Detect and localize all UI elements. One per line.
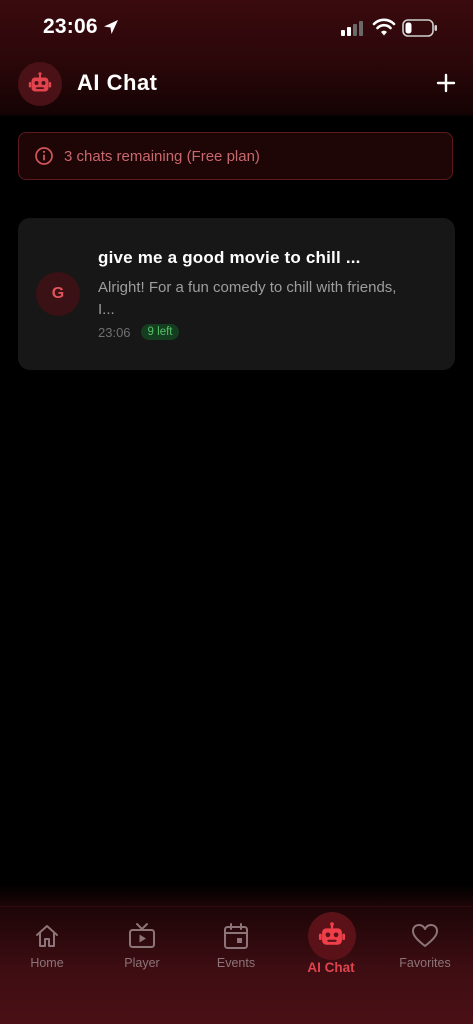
nav-item-events[interactable]: Events — [191, 922, 281, 982]
app-header: AI Chat — [0, 56, 473, 112]
plan-banner-text: 3 chats remaining (Free plan) — [64, 147, 260, 165]
heart-icon — [412, 924, 438, 947]
nav-item-player[interactable]: Player — [97, 922, 187, 982]
chat-avatar: G — [36, 272, 80, 316]
location-arrow-icon — [104, 20, 118, 34]
tv-icon — [129, 923, 155, 948]
new-chat-button[interactable] — [432, 69, 460, 97]
wifi-icon — [372, 18, 396, 36]
plus-icon — [436, 73, 456, 93]
chat-list-item[interactable]: G give me a good movie to chill ... Alri… — [18, 218, 455, 370]
bottom-nav: Home Player Events AI Chat Favorites — [0, 884, 473, 1024]
status-bar: 23:06 — [0, 0, 473, 56]
chat-title: give me a good movie to chill ... — [98, 248, 361, 267]
robot-icon — [318, 922, 346, 945]
signal-icon — [341, 21, 363, 36]
chat-meta: 23:06 9 left — [98, 324, 180, 340]
messages-left-badge: 9 left — [140, 324, 180, 340]
plan-banner: 3 chats remaining (Free plan) — [18, 132, 453, 180]
screen: 23:06 AI Chat 3 chats remaining (Free pl… — [0, 0, 473, 1024]
nav-label-player: Player — [124, 956, 160, 970]
nav-label-home: Home — [30, 956, 64, 970]
page-title: AI Chat — [77, 70, 158, 95]
status-time: 23:06 — [43, 15, 98, 38]
nav-item-ai-chat[interactable]: AI Chat — [286, 912, 376, 982]
nav-label-ai-chat: AI Chat — [307, 960, 355, 975]
header-avatar — [18, 62, 62, 106]
nav-label-favorites: Favorites — [399, 956, 451, 970]
chat-preview: Alright! For a fun comedy to chill with … — [98, 279, 397, 318]
robot-icon — [28, 72, 52, 92]
info-icon — [35, 147, 53, 165]
active-nav-indicator — [308, 912, 356, 960]
nav-item-home[interactable]: Home — [2, 922, 92, 982]
nav-label-events: Events — [216, 956, 256, 970]
chat-timestamp: 23:06 — [98, 324, 131, 340]
nav-item-favorites[interactable]: Favorites — [380, 922, 470, 982]
calendar-icon — [224, 923, 248, 949]
home-icon — [36, 925, 58, 947]
battery-icon — [402, 19, 437, 37]
